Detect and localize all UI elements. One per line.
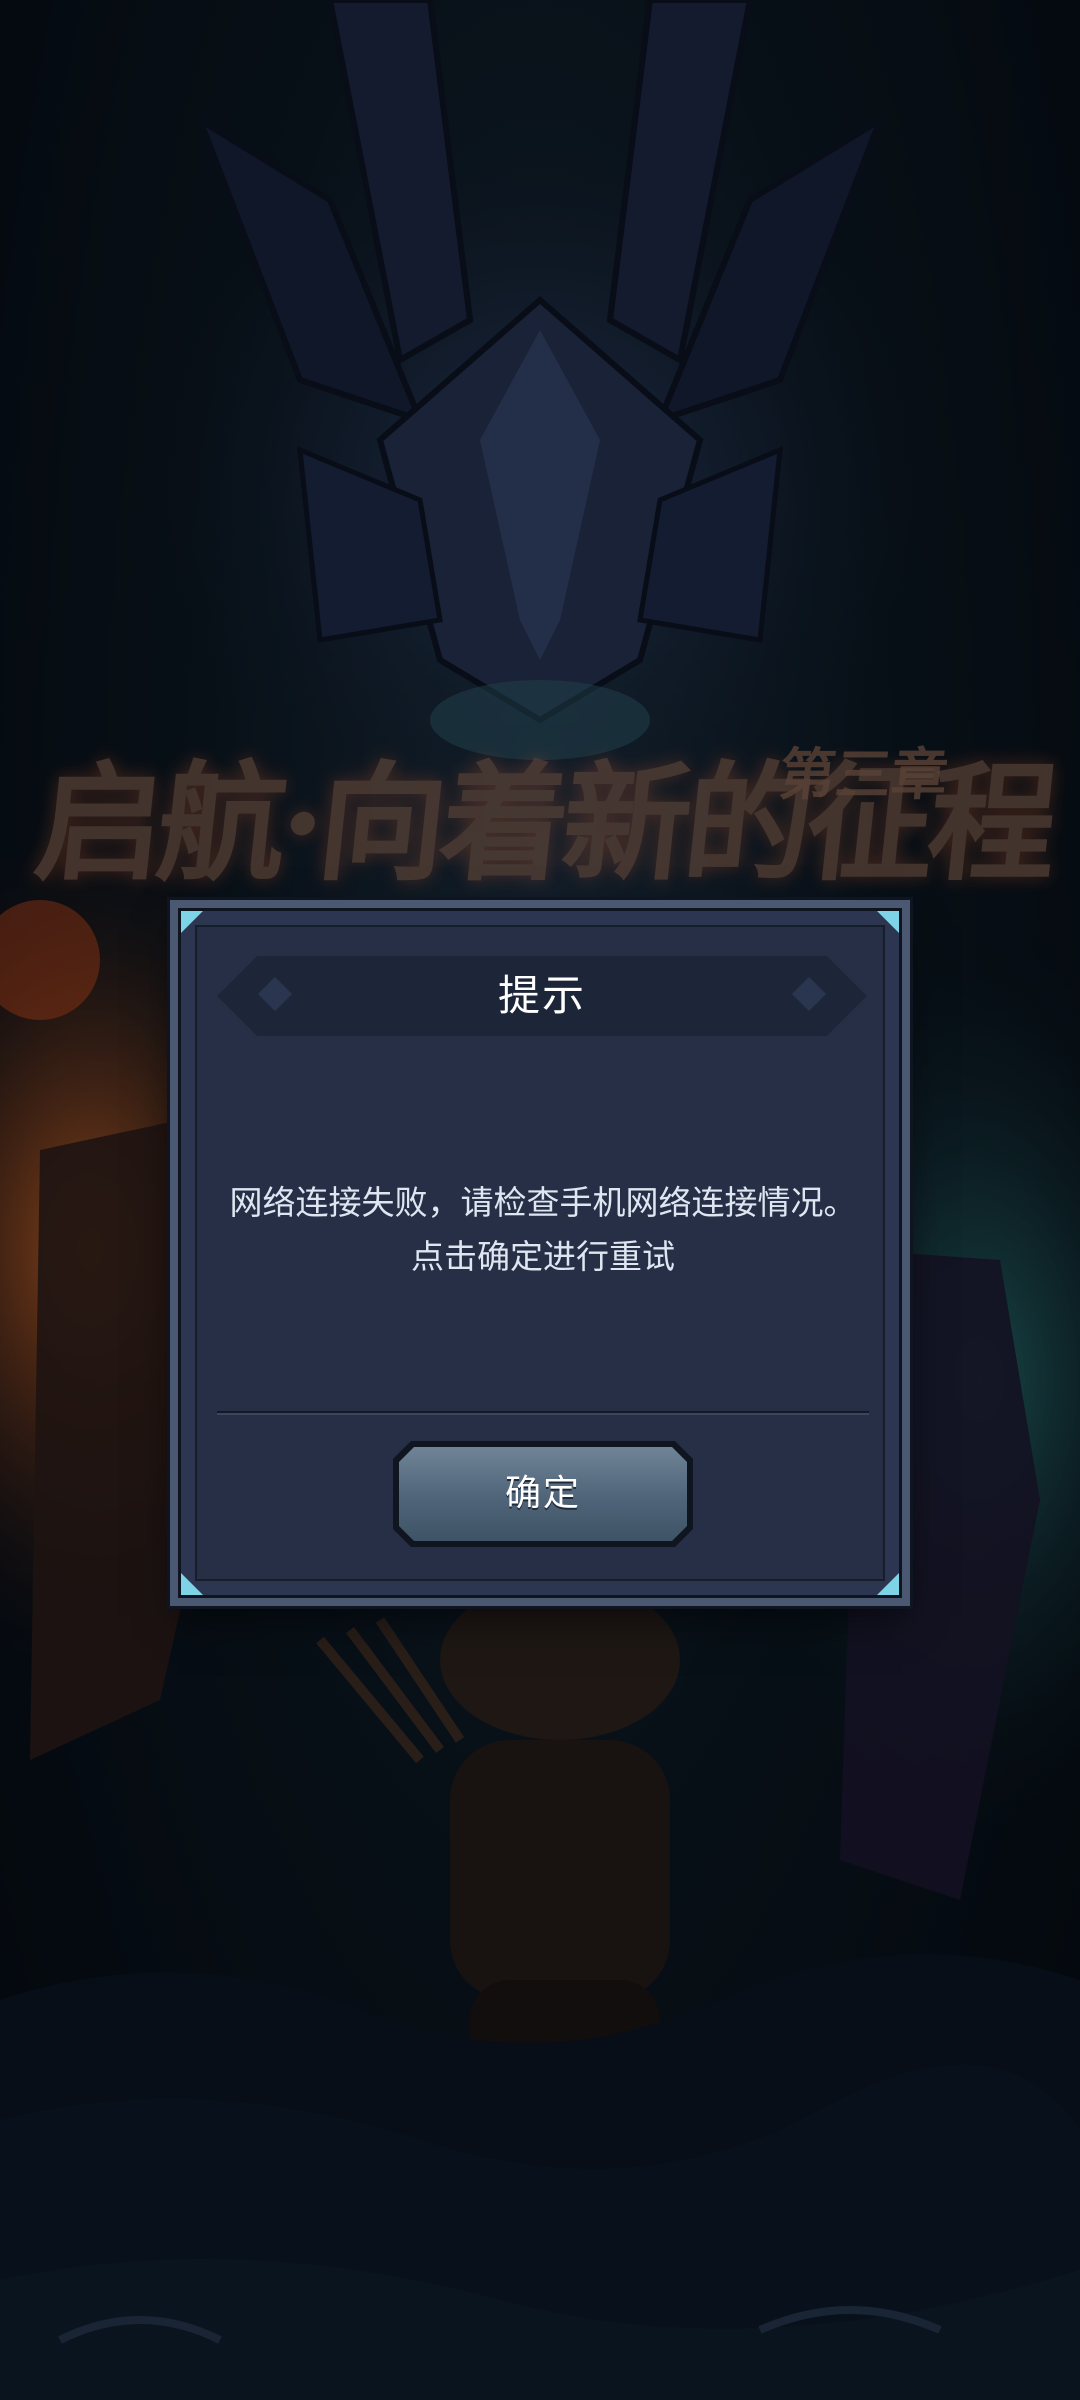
dialog-title-bar: 提示 — [217, 956, 867, 1036]
chapter-banner: 启航·向着新的征程 第三章 — [20, 690, 1060, 920]
corner-ornament-icon — [181, 911, 203, 933]
dialog-divider — [217, 1411, 869, 1413]
dialog-message: 网络连接失败，请检查手机网络连接情况。 点击确定进行重试 — [221, 1176, 865, 1284]
network-error-dialog: 提示 网络连接失败，请检查手机网络连接情况。 点击确定进行重试 确定 — [178, 908, 902, 1598]
game-screen: 启航·向着新的征程 第三章 提示 网络连接失败，请检查手机网络连接情况。 点击确… — [0, 0, 1080, 2400]
confirm-button[interactable]: 确定 — [393, 1441, 693, 1547]
dialog-message-line: 点击确定进行重试 — [411, 1237, 675, 1276]
confirm-button-face[interactable]: 确定 — [399, 1447, 687, 1541]
corner-ornament-icon — [181, 1573, 203, 1595]
dialog-title: 提示 — [497, 971, 586, 1020]
confirm-button-label[interactable]: 确定 — [399, 1447, 687, 1541]
chapter-label: 第三章 — [776, 742, 951, 808]
corner-ornament-icon — [877, 1573, 899, 1595]
dialog-message-line: 网络连接失败，请检查手机网络连接情况。 — [229, 1183, 857, 1222]
corner-ornament-icon — [877, 911, 899, 933]
